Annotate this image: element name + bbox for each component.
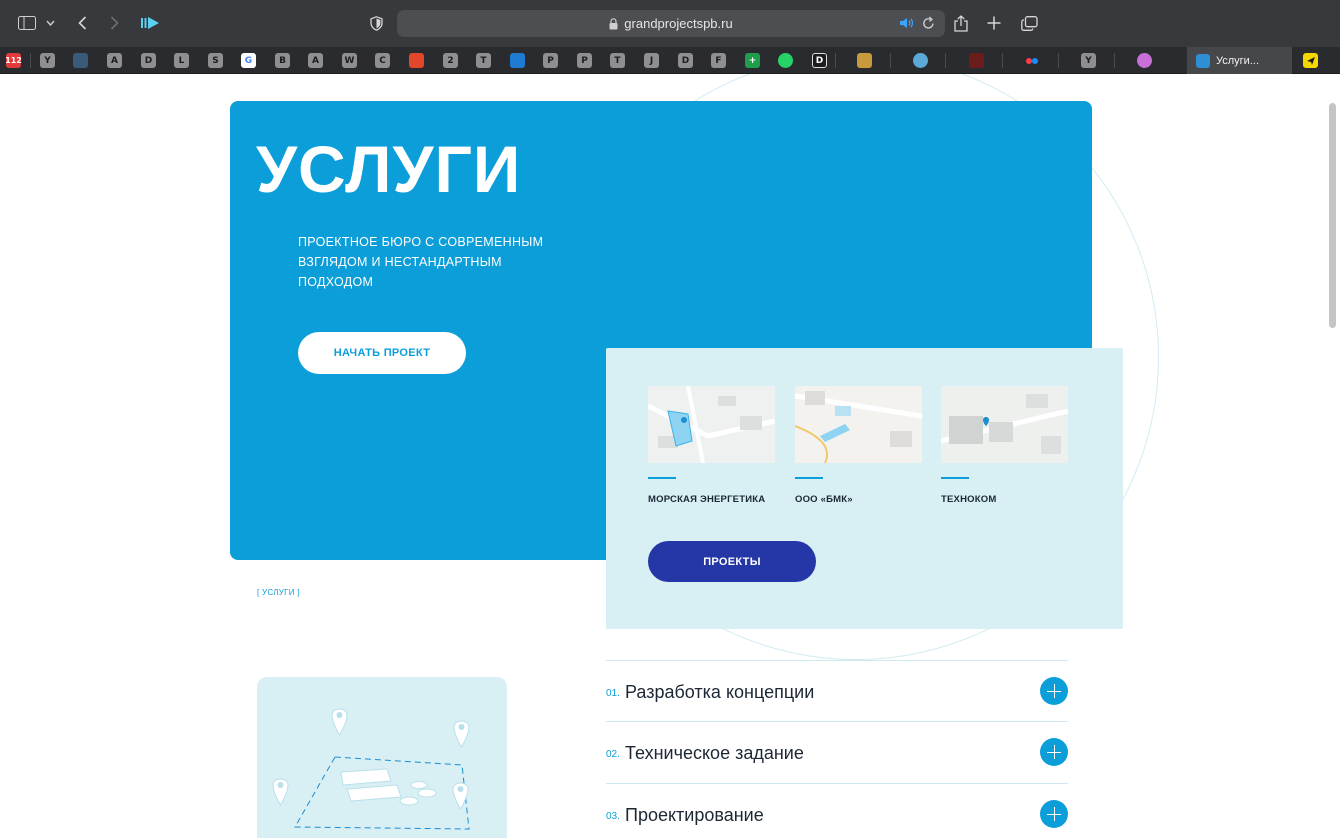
service-item-technical-task[interactable]: 02. Техническое задание	[606, 721, 1068, 783]
tab-overview-icon[interactable]	[1019, 11, 1039, 35]
shield-icon[interactable]	[367, 11, 385, 35]
bookmark-icon[interactable]: B	[275, 53, 290, 68]
bookmarks-bar: 112 Y A D L S G B A W C 2 T P P T J D F …	[0, 47, 1340, 74]
bookmark-icon[interactable]: D	[812, 53, 827, 68]
project-item[interactable]: ТЕХНОКОМ	[941, 386, 1068, 505]
service-illustration	[257, 677, 507, 838]
bookmark-icon[interactable]: 2	[443, 53, 458, 68]
address-bar[interactable]: grandprojectspb.ru	[397, 10, 945, 37]
projects-button[interactable]: ПРОЕКТЫ	[648, 541, 816, 582]
site-favicon-icon	[1196, 53, 1210, 68]
forward-arrow-icon[interactable]	[106, 11, 122, 35]
bookmark-icon[interactable]: W	[342, 53, 357, 68]
bookmark-icon[interactable]: P	[577, 53, 592, 68]
project-item[interactable]: МОРСКАЯ ЭНЕРГЕТИКА	[648, 386, 775, 505]
bookmark-icon[interactable]: P	[543, 53, 558, 68]
projects-card: МОРСКАЯ ЭНЕРГЕТИКА ООО «БМК» ТЕХНОКОМ ПР…	[606, 348, 1123, 629]
project-accent-bar	[941, 477, 969, 479]
service-title: Разработка концепции	[625, 682, 815, 702]
bookmark-icon[interactable]: D	[678, 53, 693, 68]
expand-plus-icon[interactable]	[1040, 738, 1068, 766]
project-map-thumbnail[interactable]	[648, 386, 775, 463]
bookmark-globe-icon[interactable]	[73, 53, 88, 68]
back-arrow-icon[interactable]	[74, 11, 90, 35]
sidebar-toggle-icon[interactable]	[16, 11, 38, 35]
bookmark-google-icon[interactable]: G	[241, 53, 256, 68]
bookmark-fsg-icon[interactable]	[409, 53, 424, 68]
project-item[interactable]: ООО «БМК»	[795, 386, 922, 505]
project-accent-bar	[795, 477, 823, 479]
bookmark-icon[interactable]: S	[208, 53, 223, 68]
page-title: УСЛУГИ	[256, 132, 522, 206]
bookmark-yellow-icon[interactable]	[1303, 53, 1318, 68]
expand-plus-icon[interactable]	[1040, 677, 1068, 705]
service-number: 03.	[606, 811, 620, 822]
reload-icon[interactable]	[922, 16, 935, 33]
bookmark-icon[interactable]: Y	[1081, 53, 1096, 68]
bookmark-red-icon[interactable]	[969, 53, 984, 68]
project-name: ТЕХНОКОМ	[941, 494, 997, 505]
service-number: 02.	[606, 749, 620, 760]
bookmark-square-icon[interactable]	[857, 53, 872, 68]
reader-play-icon[interactable]	[140, 11, 160, 35]
lock-icon	[609, 17, 618, 29]
tab-active[interactable]: Услуги...	[1187, 47, 1292, 74]
bookmark-podcast-icon[interactable]	[1137, 53, 1152, 68]
bookmark-icon[interactable]: Y	[40, 53, 55, 68]
bookmark-icon[interactable]: F	[711, 53, 726, 68]
project-map-thumbnail[interactable]	[941, 386, 1068, 463]
bookmark-icon[interactable]: D	[141, 53, 156, 68]
bookmark-trello-icon[interactable]	[510, 53, 525, 68]
service-item-concept[interactable]: 01. Разработка концепции	[606, 660, 1068, 722]
scrollbar-thumb[interactable]	[1329, 103, 1336, 328]
project-name: МОРСКАЯ ЭНЕРГЕТИКА	[648, 494, 766, 505]
service-number: 01.	[606, 688, 620, 699]
bookmark-plus-icon[interactable]: +	[745, 53, 760, 68]
bookmark-whatsapp-icon[interactable]	[778, 53, 793, 68]
bookmark-icon[interactable]: A	[308, 53, 323, 68]
hero-subtitle: ПРОЕКТНОЕ БЮРО С СОВРЕМЕННЫМ ВЗГЛЯДОМ И …	[298, 235, 544, 289]
page-viewport: УСЛУГИ ПРОЕКТНОЕ БЮРО С СОВРЕМЕННЫМ ВЗГЛ…	[0, 74, 1340, 838]
bookmark-icon[interactable]: L	[174, 53, 189, 68]
start-project-button[interactable]: НАЧАТЬ ПРОЕКТ	[298, 332, 466, 374]
bookmark-112-icon[interactable]: 112	[5, 53, 22, 68]
share-icon[interactable]	[952, 11, 970, 35]
bookmark-icon[interactable]: T	[610, 53, 625, 68]
url-text: grandprojectspb.ru	[624, 16, 733, 31]
speaker-icon[interactable]	[900, 17, 914, 32]
expand-plus-icon[interactable]	[1040, 800, 1068, 828]
project-name: ООО «БМК»	[795, 494, 853, 505]
bookmark-star-icon[interactable]	[913, 53, 928, 68]
service-item-design[interactable]: 03. Проектирование	[606, 783, 1068, 838]
bookmark-icon[interactable]: J	[644, 53, 659, 68]
service-title: Проектирование	[625, 805, 764, 825]
project-map-thumbnail[interactable]	[795, 386, 922, 463]
tab-title: Услуги...	[1216, 54, 1259, 67]
project-accent-bar	[648, 477, 676, 479]
bookmark-icon[interactable]: A	[107, 53, 122, 68]
new-tab-plus-icon[interactable]	[985, 11, 1003, 35]
bookmark-icon[interactable]: T	[476, 53, 491, 68]
browser-toolbar: grandprojectspb.ru	[0, 0, 1340, 47]
chevron-down-icon[interactable]	[44, 11, 56, 35]
breadcrumb[interactable]: [ УСЛУГИ ]	[257, 588, 300, 597]
bookmark-icon[interactable]: C	[375, 53, 390, 68]
service-title: Техническое задание	[625, 743, 804, 763]
bookmark-dots-icon[interactable]	[1025, 53, 1040, 68]
